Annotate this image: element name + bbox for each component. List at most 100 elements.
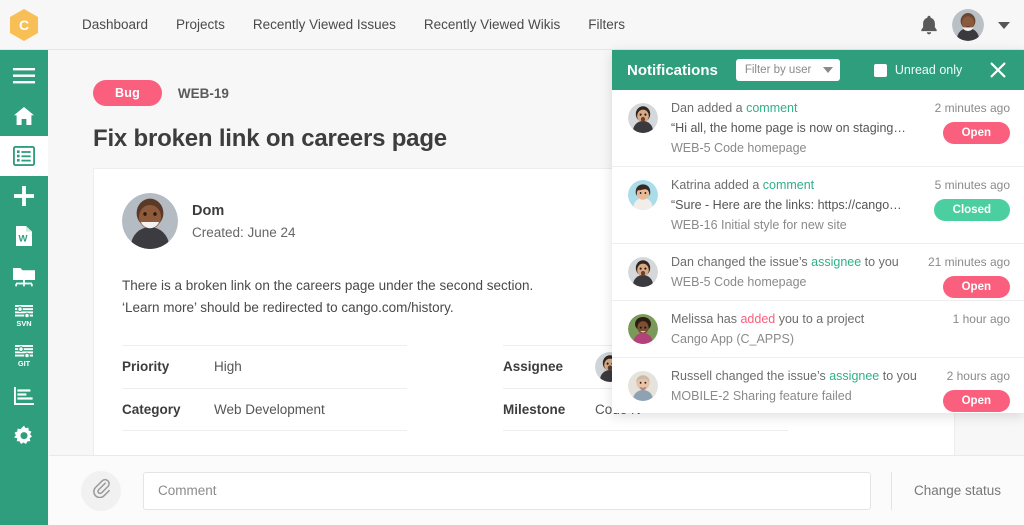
notification-action-pre: changed the issue’s bbox=[694, 255, 811, 269]
svn-icon: SVN bbox=[12, 304, 36, 328]
home-icon bbox=[13, 106, 35, 126]
main-menu: Dashboard Projects Recently Viewed Issue… bbox=[82, 17, 625, 32]
files-icon bbox=[12, 265, 36, 287]
nav-item-projects[interactable]: Projects bbox=[176, 17, 225, 32]
notification-action-highlight[interactable]: added bbox=[740, 312, 775, 326]
notification-action-pre: added a bbox=[711, 178, 763, 192]
chevron-down-icon[interactable] bbox=[998, 22, 1010, 29]
notification-actor: Dan bbox=[671, 255, 694, 269]
author-created-date: Created: June 24 bbox=[192, 225, 296, 240]
avatar bbox=[628, 103, 658, 133]
notification-meta: 1 hour ago bbox=[953, 312, 1010, 341]
notification-timestamp: 1 hour ago bbox=[953, 312, 1010, 326]
top-bar-actions bbox=[920, 0, 1010, 50]
sidebar-item-git[interactable]: GIT bbox=[0, 336, 48, 376]
status-badge[interactable]: Open bbox=[943, 276, 1010, 298]
sidebar-item-home[interactable] bbox=[0, 96, 48, 136]
filter-by-user-select[interactable]: Filter by user bbox=[736, 59, 840, 81]
notification-action-highlight[interactable]: comment bbox=[763, 178, 814, 192]
field-priority[interactable]: Priority High bbox=[122, 345, 407, 388]
svg-text:SVN: SVN bbox=[16, 319, 31, 328]
notification-actor: Russell bbox=[671, 369, 712, 383]
notifications-title: Notifications bbox=[627, 62, 718, 79]
list-item[interactable]: Dan changed the issue’s assignee to you … bbox=[612, 244, 1024, 301]
notifications-header: Notifications Filter by user Unread only bbox=[612, 50, 1024, 90]
close-icon[interactable] bbox=[990, 62, 1006, 78]
logo-letter: C bbox=[19, 18, 29, 32]
add-icon bbox=[13, 185, 35, 207]
notification-meta: 2 hours ago Open bbox=[943, 369, 1010, 412]
attach-file-button[interactable] bbox=[81, 471, 121, 511]
notification-meta: 2 minutes ago Open bbox=[935, 101, 1010, 144]
chevron-down-icon bbox=[823, 67, 833, 73]
notification-action-highlight[interactable]: assignee bbox=[829, 369, 879, 383]
status-badge[interactable]: Open bbox=[943, 122, 1010, 144]
wiki-icon: W bbox=[14, 225, 34, 247]
paperclip-icon bbox=[92, 478, 110, 503]
notification-actor: Melissa bbox=[671, 312, 713, 326]
change-status-button[interactable]: Change status bbox=[914, 483, 1001, 498]
notification-action-highlight[interactable]: comment bbox=[746, 101, 797, 115]
comment-input[interactable] bbox=[143, 472, 871, 510]
notification-actor: Katrina bbox=[671, 178, 711, 192]
sidebar-item-add[interactable] bbox=[0, 176, 48, 216]
list-item[interactable]: Dan added a comment “Hi all, the home pa… bbox=[612, 90, 1024, 167]
notification-action-highlight[interactable]: assignee bbox=[811, 255, 861, 269]
gear-icon bbox=[13, 425, 35, 447]
list-item[interactable]: Russell changed the issue’s assignee to … bbox=[612, 358, 1024, 413]
notification-meta: 5 minutes ago Closed bbox=[934, 178, 1010, 221]
field-label: Priority bbox=[122, 359, 214, 374]
unread-only-checkbox[interactable] bbox=[874, 64, 887, 77]
notification-timestamp: 2 hours ago bbox=[947, 369, 1010, 383]
field-value: High bbox=[214, 359, 242, 374]
avatar[interactable] bbox=[122, 193, 178, 249]
sidebar-item-wiki[interactable]: W bbox=[0, 216, 48, 256]
sidebar-item-issues[interactable] bbox=[0, 136, 48, 176]
list-item[interactable]: Melissa has added you to a project Cango… bbox=[612, 301, 1024, 358]
list-item[interactable]: Katrina added a comment “Sure - Here are… bbox=[612, 167, 1024, 244]
issue-author-info: Dom Created: June 24 bbox=[192, 203, 296, 240]
issue-key: WEB-19 bbox=[178, 86, 229, 101]
nav-item-recently-viewed-issues[interactable]: Recently Viewed Issues bbox=[253, 17, 396, 32]
field-category[interactable]: Category Web Development bbox=[122, 388, 407, 431]
comment-footer: Change status bbox=[49, 455, 1024, 525]
reports-icon bbox=[13, 386, 35, 406]
notification-quote: “Sure - Here are the links: https://cang… bbox=[671, 198, 911, 212]
sidebar-item-reports[interactable] bbox=[0, 376, 48, 416]
menu-icon bbox=[13, 68, 35, 84]
notification-timestamp: 2 minutes ago bbox=[935, 101, 1010, 115]
sidebar-item-menu[interactable] bbox=[0, 56, 48, 96]
avatar bbox=[628, 371, 658, 401]
notification-action-post: you to a project bbox=[775, 312, 864, 326]
left-sidebar: W bbox=[0, 50, 48, 525]
user-avatar[interactable] bbox=[952, 9, 984, 41]
nav-item-dashboard[interactable]: Dashboard bbox=[82, 17, 148, 32]
field-label: Assignee bbox=[503, 359, 595, 374]
nav-item-filters[interactable]: Filters bbox=[588, 17, 625, 32]
notification-action-pre: added a bbox=[694, 101, 746, 115]
svg-text:GIT: GIT bbox=[18, 359, 31, 368]
app-root: C Dashboard Projects Recently Viewed Iss… bbox=[0, 0, 1024, 525]
notification-action-post: to you bbox=[879, 369, 917, 383]
issue-type-badge[interactable]: Bug bbox=[93, 80, 162, 106]
notification-action-pre: changed the issue’s bbox=[712, 369, 829, 383]
sidebar-item-files[interactable] bbox=[0, 256, 48, 296]
unread-only-toggle[interactable]: Unread only bbox=[874, 63, 962, 77]
app-logo[interactable]: C bbox=[0, 0, 48, 50]
notifications-list: Dan added a comment “Hi all, the home pa… bbox=[612, 90, 1024, 413]
status-badge[interactable]: Closed bbox=[934, 199, 1010, 221]
nav-item-recently-viewed-wikis[interactable]: Recently Viewed Wikis bbox=[424, 17, 560, 32]
author-name: Dom bbox=[192, 203, 296, 219]
unread-only-label: Unread only bbox=[895, 63, 962, 77]
avatar bbox=[628, 180, 658, 210]
notification-action-post: to you bbox=[861, 255, 899, 269]
notifications-panel: Notifications Filter by user Unread only bbox=[612, 50, 1024, 413]
sidebar-item-svn[interactable]: SVN bbox=[0, 296, 48, 336]
filter-by-user-label: Filter by user bbox=[745, 64, 811, 76]
issue-fields-left: Priority High Category Web Development bbox=[122, 345, 407, 431]
sidebar-item-settings[interactable] bbox=[0, 416, 48, 456]
status-badge[interactable]: Open bbox=[943, 390, 1010, 412]
notification-actor: Dan bbox=[671, 101, 694, 115]
bell-icon[interactable] bbox=[920, 15, 938, 35]
issues-list-icon bbox=[13, 146, 35, 166]
